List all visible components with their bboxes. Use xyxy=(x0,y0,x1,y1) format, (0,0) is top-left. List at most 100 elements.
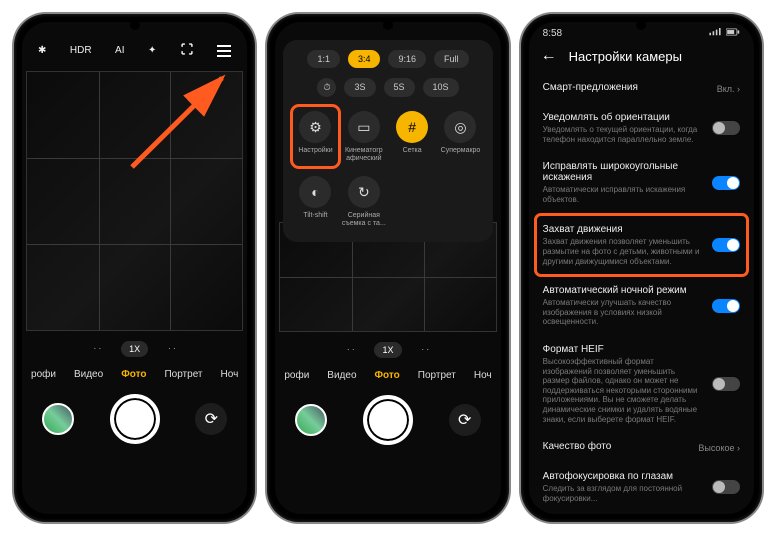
zoom-selector[interactable]: . . 1X . . xyxy=(275,332,500,364)
gallery-thumb[interactable] xyxy=(295,404,327,436)
quick-settings-grid: ⚙ Настройки ▭ Кинематогр афический # Сет… xyxy=(293,107,482,232)
qs-label: Настройки xyxy=(293,147,337,155)
qs-grid-toggle[interactable]: # Сетка xyxy=(390,107,434,166)
quick-settings-panel: 1:1 3:4 9:16 Full ⏱ 3S 5S 10S ⚙ Настройк… xyxy=(283,40,492,242)
gear-icon: ⚙ xyxy=(299,111,331,143)
zoom-selector[interactable]: . . 1X . . xyxy=(22,331,247,363)
mode-photo[interactable]: Фото xyxy=(121,369,146,380)
filter-icon[interactable]: ✦ xyxy=(144,43,160,58)
timer-5s[interactable]: 5S xyxy=(384,78,415,97)
qs-tilt-shift[interactable]: ◐ Tilt-shift xyxy=(293,172,337,231)
notch xyxy=(130,20,140,30)
settings-row[interactable]: Уведомлять об ориентацииУведомлять о тек… xyxy=(543,105,740,154)
aspect-1-1[interactable]: 1:1 xyxy=(307,50,340,68)
flip-camera[interactable]: ⟳ xyxy=(449,404,481,436)
toggle-switch[interactable] xyxy=(712,480,740,494)
setting-title: Исправлять широкоугольные искажения xyxy=(543,161,702,183)
camera-screen-quickpanel: 1:1 3:4 9:16 Full ⏱ 3S 5S 10S ⚙ Настройк… xyxy=(275,22,500,514)
phone-frame-2: 1:1 3:4 9:16 Full ⏱ 3S 5S 10S ⚙ Настройк… xyxy=(267,14,508,522)
aspect-3-4[interactable]: 3:4 xyxy=(348,50,381,68)
qs-cinematic[interactable]: ▭ Кинематогр афический xyxy=(342,107,386,166)
qs-label: Кинематогр афический xyxy=(342,147,386,162)
flash-icon[interactable]: ✱ xyxy=(34,43,50,58)
toggle-switch[interactable] xyxy=(712,377,740,391)
macro-icon: ◎ xyxy=(444,111,476,143)
gallery-thumb[interactable] xyxy=(42,403,74,435)
setting-title: Качество фото xyxy=(543,441,689,452)
setting-title: Смарт-предложения xyxy=(543,82,707,93)
setting-desc: Автоматически улучшать качество изображе… xyxy=(543,298,702,327)
mode-video[interactable]: Видео xyxy=(74,369,103,380)
mode-pro[interactable]: рофи xyxy=(284,370,309,381)
setting-desc: Высокоэффективный формат изображений поз… xyxy=(543,357,702,424)
qs-burst[interactable]: ↻ Серийная съемка с та... xyxy=(342,172,386,231)
settings-row[interactable]: Автофокусировка по глазамСледить за взгл… xyxy=(543,464,740,507)
ai-toggle[interactable]: AI xyxy=(111,43,128,58)
toggle-switch[interactable] xyxy=(712,238,740,252)
burst-icon: ↻ xyxy=(348,176,380,208)
camera-modes[interactable]: рофи Видео Фото Портрет Ноч xyxy=(22,363,247,386)
camera-screen-main: ✱ HDR AI ✦ . . 1X . . рофи Видео xyxy=(22,22,247,514)
qs-label: Tilt-shift xyxy=(293,212,337,220)
back-arrow-icon[interactable]: ← xyxy=(541,47,557,65)
toggle-switch[interactable] xyxy=(712,299,740,313)
toggle-switch[interactable] xyxy=(712,176,740,190)
setting-title: Захват движения xyxy=(543,224,702,235)
mode-video[interactable]: Видео xyxy=(327,370,356,381)
mode-portrait[interactable]: Портрет xyxy=(164,369,202,380)
camera-settings-screen: 8:58 ← Настройки камеры Смарт-предложени… xyxy=(529,22,754,514)
settings-header: ← Настройки камеры xyxy=(529,39,754,75)
qs-settings[interactable]: ⚙ Настройки xyxy=(293,107,337,166)
zoom-dots: . . xyxy=(168,341,176,357)
notch xyxy=(383,20,393,30)
toggle-switch[interactable] xyxy=(712,121,740,135)
page-title: Настройки камеры xyxy=(569,49,682,64)
viewfinder-grid[interactable] xyxy=(26,71,243,331)
settings-row[interactable]: Исправлять широкоугольные искаженияАвтом… xyxy=(543,154,740,214)
settings-row[interactable]: Автоматический ночной режим Автоматически… xyxy=(543,278,740,337)
zoom-dots: . . xyxy=(94,341,102,357)
qs-supermacro[interactable]: ◎ Супермакро xyxy=(438,107,482,166)
timer-3s[interactable]: 3S xyxy=(344,78,375,97)
timer-row: ⏱ 3S 5S 10S xyxy=(293,78,482,97)
film-icon: ▭ xyxy=(348,111,380,143)
setting-desc: Следить за взглядом для постоянной фокус… xyxy=(543,484,702,503)
settings-row[interactable]: Формат HEIF Высокоэффективный формат изоб… xyxy=(543,337,740,434)
mode-photo[interactable]: Фото xyxy=(375,370,400,381)
shutter-row: ⟳ xyxy=(22,386,247,452)
qs-label: Супермакро xyxy=(438,147,482,155)
camera-modes[interactable]: рофи Видео Фото Портрет Ноч xyxy=(275,364,500,387)
setting-title: Формат HEIF xyxy=(543,344,702,355)
settings-list[interactable]: Смарт-предложения Вкл. › Уведомлять об ори… xyxy=(529,75,754,507)
aspect-full[interactable]: Full xyxy=(434,50,469,68)
flip-camera[interactable]: ⟳ xyxy=(195,403,227,435)
hdr-toggle[interactable]: HDR xyxy=(66,43,96,58)
notch xyxy=(636,20,646,30)
mode-portrait[interactable]: Портрет xyxy=(418,370,456,381)
setting-value: Высокое › xyxy=(698,443,740,453)
setting-title: Уведомлять об ориентации xyxy=(543,112,702,123)
setting-value: Вкл. › xyxy=(717,84,740,94)
mode-night[interactable]: Ноч xyxy=(221,369,239,380)
mode-night[interactable]: Ноч xyxy=(474,370,492,381)
zoom-value[interactable]: 1X xyxy=(121,341,148,357)
tilt-shift-icon: ◐ xyxy=(299,176,331,208)
signal-icon xyxy=(708,28,722,39)
settings-row[interactable]: Смарт-предложения Вкл. › xyxy=(543,75,740,105)
timer-icon[interactable]: ⏱ xyxy=(317,78,336,97)
aspect-9-16[interactable]: 9:16 xyxy=(388,50,426,68)
shutter-button[interactable] xyxy=(110,394,160,444)
setting-desc: Захват движения позволяет уменьшить разм… xyxy=(543,237,702,266)
aspect-ratio-row: 1:1 3:4 9:16 Full xyxy=(293,50,482,68)
timer-10s[interactable]: 10S xyxy=(423,78,459,97)
menu-button[interactable] xyxy=(213,43,235,59)
grid-icon: # xyxy=(396,111,428,143)
frame-icon[interactable] xyxy=(176,40,198,61)
zoom-value[interactable]: 1X xyxy=(374,342,401,358)
settings-row[interactable]: Качество фото Высокое › xyxy=(543,434,740,464)
mode-pro[interactable]: рофи xyxy=(31,369,56,380)
settings-row[interactable]: Захват движения Захват движения позволяет… xyxy=(537,216,746,274)
setting-title: Автоматический ночной режим xyxy=(543,285,702,296)
shutter-button[interactable] xyxy=(363,395,413,445)
zoom-dots: . . xyxy=(347,342,355,358)
